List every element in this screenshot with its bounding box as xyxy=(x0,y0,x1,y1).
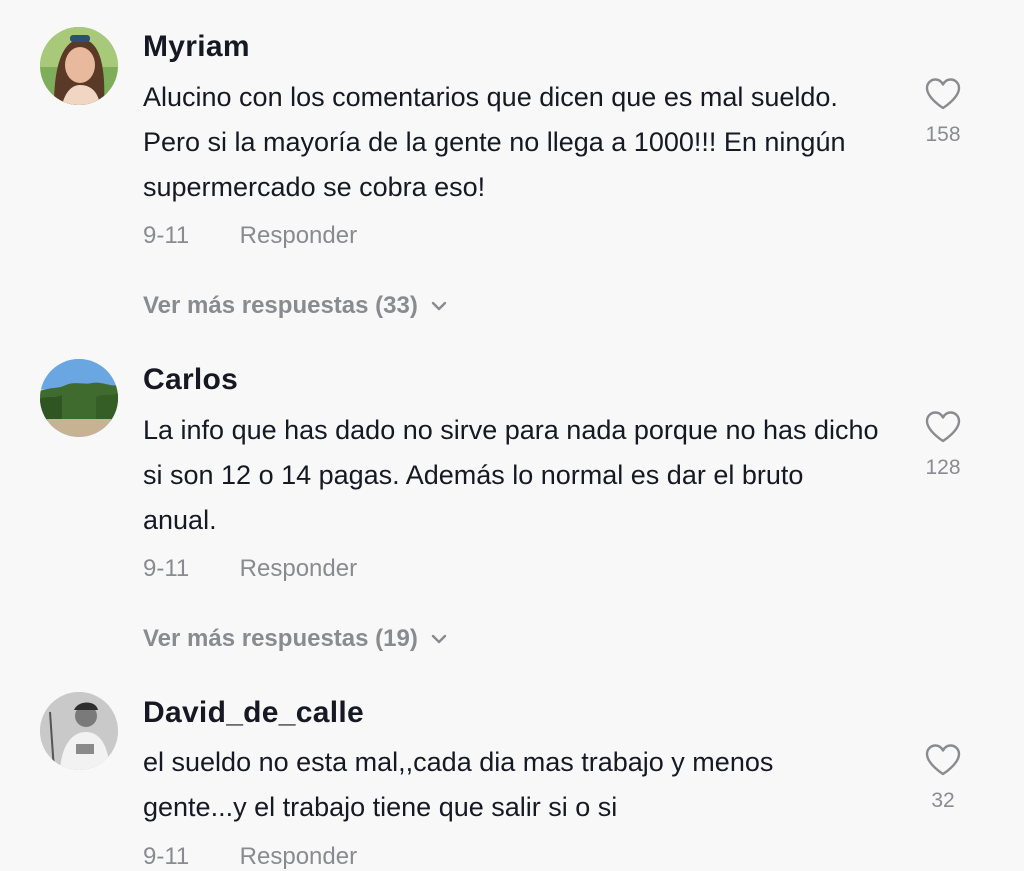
view-more-replies-label: Ver más respuestas (33) xyxy=(143,292,418,319)
comment-text: el sueldo no esta mal,,cada dia mas trab… xyxy=(143,747,774,822)
like-button[interactable]: 32 xyxy=(918,743,968,813)
chevron-down-icon xyxy=(431,634,447,644)
avatar[interactable] xyxy=(40,359,118,437)
comment-username[interactable]: David_de_calle xyxy=(143,696,364,730)
like-count: 158 xyxy=(925,123,961,146)
comment-text: La info que has dado no sirve para nada … xyxy=(143,415,879,535)
avatar-image xyxy=(40,27,118,105)
comment-text: Alucino con los comentarios que dicen qu… xyxy=(143,82,846,202)
comment-username[interactable]: Carlos xyxy=(143,363,238,397)
view-more-replies-button[interactable]: Ver más respuestas (19) xyxy=(143,625,448,653)
comment-username[interactable]: Myriam xyxy=(143,30,250,64)
heart-outline-icon xyxy=(925,78,961,110)
chevron-down-icon xyxy=(431,301,447,311)
comment-meta: 9-11 Responder xyxy=(143,222,357,250)
like-count: 32 xyxy=(931,789,955,812)
avatar-image xyxy=(40,692,118,770)
view-more-replies-label: Ver más respuestas (19) xyxy=(143,625,418,652)
reply-button[interactable]: Responder xyxy=(240,222,357,249)
comment-meta: 9-11 Responder xyxy=(143,843,357,871)
like-button[interactable]: 128 xyxy=(918,410,968,480)
avatar[interactable] xyxy=(40,692,118,770)
like-count: 128 xyxy=(925,456,961,479)
comment-date: 9-11 xyxy=(143,222,190,249)
reply-button[interactable]: Responder xyxy=(240,555,357,582)
heart-outline-icon xyxy=(925,744,961,776)
comment-date: 9-11 xyxy=(143,555,190,582)
comment-date: 9-11 xyxy=(143,843,190,870)
avatar-image xyxy=(40,359,118,437)
comment-meta: 9-11 Responder xyxy=(143,555,357,583)
view-more-replies-button[interactable]: Ver más respuestas (33) xyxy=(143,292,448,320)
heart-outline-icon xyxy=(925,411,961,443)
avatar[interactable] xyxy=(40,27,118,105)
like-button[interactable]: 158 xyxy=(918,77,968,147)
reply-button[interactable]: Responder xyxy=(240,843,357,870)
